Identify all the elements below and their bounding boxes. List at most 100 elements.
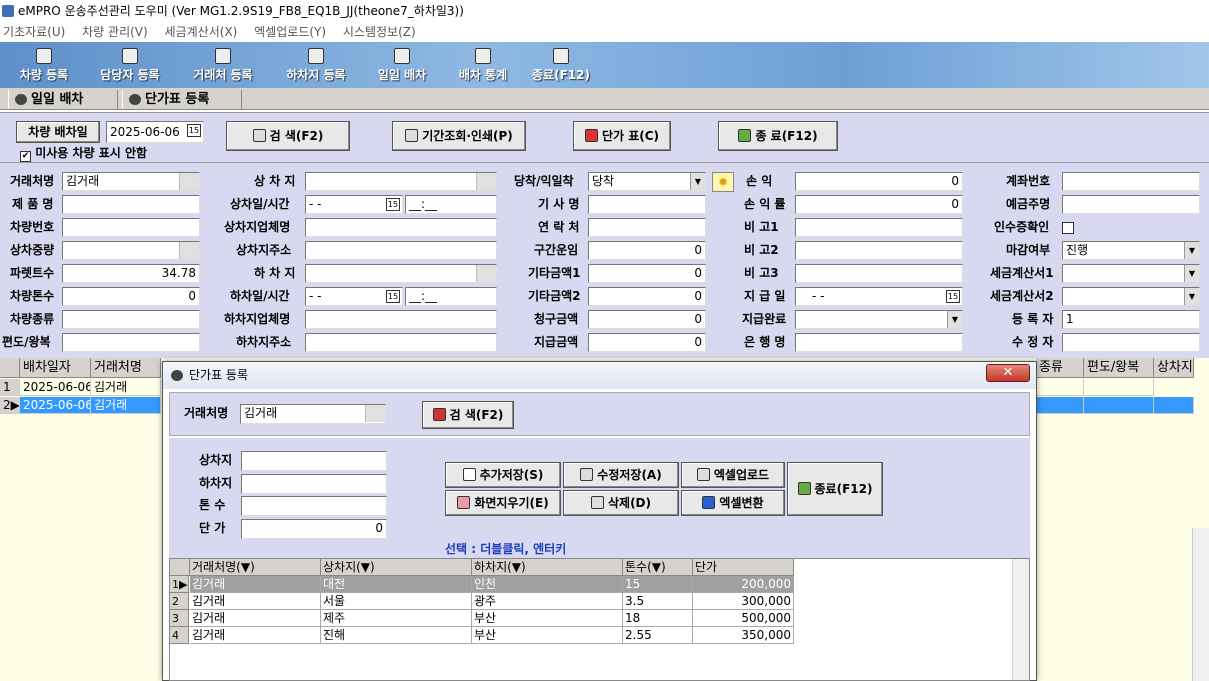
- clear-screen-button[interactable]: 화면지우기(E): [445, 490, 561, 516]
- edit-save-button[interactable]: 수정저장(A): [563, 462, 679, 488]
- toolbar-client-register[interactable]: 거래처 등록: [186, 42, 260, 88]
- modifier-input[interactable]: [1062, 333, 1200, 352]
- table-row-unload[interactable]: 인천: [472, 576, 623, 593]
- table-row-client-selected[interactable]: 김거래: [91, 397, 161, 414]
- holder-input[interactable]: [1062, 195, 1200, 214]
- table-row-ton[interactable]: 15: [623, 576, 693, 593]
- toolbar-manager-register[interactable]: 담당자 등록: [92, 42, 168, 88]
- table-row-date-selected[interactable]: 2025-06-06: [20, 397, 91, 414]
- lookup-button[interactable]: [179, 173, 199, 190]
- contact-input[interactable]: [588, 218, 706, 237]
- table-row-client[interactable]: 김거래: [190, 610, 321, 627]
- dialog-search-button[interactable]: 검 색(F2): [422, 401, 514, 429]
- dialog-ton-input[interactable]: [241, 496, 387, 516]
- table-row-cell[interactable]: [1036, 379, 1084, 396]
- note3-input[interactable]: [795, 264, 963, 283]
- table-row-client[interactable]: 김거래: [190, 576, 321, 593]
- chevron-down-icon[interactable]: ▼: [1184, 242, 1199, 259]
- calendar-icon[interactable]: 15: [386, 290, 400, 303]
- search-button[interactable]: 검 색(F2): [226, 121, 350, 151]
- chevron-down-icon[interactable]: ▼: [1184, 265, 1199, 282]
- menu-tax-invoice[interactable]: 세금계산서(X): [165, 25, 238, 39]
- table-row-date[interactable]: 2025-06-06: [20, 379, 91, 396]
- grid-header-client[interactable]: 거래처명: [91, 358, 161, 378]
- dialog-price-input[interactable]: 0: [241, 519, 387, 539]
- note2-input[interactable]: [795, 241, 963, 260]
- menu-vehicle[interactable]: 차량 관리(V): [82, 25, 148, 39]
- dialog-unload-input[interactable]: [241, 474, 387, 494]
- profit-input[interactable]: 0: [795, 172, 963, 191]
- toolbar-exit[interactable]: 종료(F12): [528, 42, 594, 88]
- vehicle-no-input[interactable]: [62, 218, 200, 237]
- table-row-load[interactable]: 제주: [321, 610, 472, 627]
- unload-time-input[interactable]: __:__: [405, 287, 497, 306]
- table-row-price[interactable]: 300,000: [693, 593, 794, 610]
- table-row-ton[interactable]: 3.5: [623, 593, 693, 610]
- receipt-checkbox[interactable]: [1062, 222, 1074, 234]
- chevron-down-icon[interactable]: ▼: [947, 311, 962, 328]
- bank-input[interactable]: [795, 333, 963, 352]
- other2-input[interactable]: 0: [588, 287, 706, 306]
- grid-header-type[interactable]: 종류: [1036, 358, 1084, 378]
- dialog-close-button[interactable]: ✕: [986, 364, 1030, 382]
- dialog-grid-header-client[interactable]: 거래처명(▼): [190, 559, 321, 576]
- dialog-load-input[interactable]: [241, 451, 387, 471]
- toolbar-daily-dispatch[interactable]: 일일 배차: [370, 42, 434, 88]
- unload-addr-input[interactable]: [305, 333, 497, 352]
- load-company-input[interactable]: [305, 218, 497, 237]
- table-row-price[interactable]: 500,000: [693, 610, 794, 627]
- table-row-unload[interactable]: 광주: [472, 593, 623, 610]
- tax2-select[interactable]: ▼: [1062, 287, 1200, 306]
- bill-input[interactable]: 0: [588, 310, 706, 329]
- dialog-grid-scrollbar[interactable]: [1012, 559, 1029, 680]
- product-input[interactable]: [62, 195, 200, 214]
- toolbar-dispatch-stats[interactable]: 배차 통계: [452, 42, 514, 88]
- table-row-load[interactable]: 진해: [321, 627, 472, 644]
- table-row-unload[interactable]: 부산: [472, 627, 623, 644]
- client-input[interactable]: 김거래: [62, 172, 200, 191]
- table-row-client[interactable]: 김거래: [91, 379, 161, 396]
- table-row-load[interactable]: 대전: [321, 576, 472, 593]
- vehicle-type-input[interactable]: [62, 310, 200, 329]
- menu-system-info[interactable]: 시스템정보(Z): [343, 25, 416, 39]
- load-time-input[interactable]: __:__: [405, 195, 497, 214]
- excel-convert-button[interactable]: 엑셀변환: [681, 490, 785, 516]
- tab-price-table[interactable]: 단가표 등록: [122, 90, 242, 109]
- tax1-select[interactable]: ▼: [1062, 264, 1200, 283]
- table-row-ton[interactable]: 2.55: [623, 627, 693, 644]
- delete-button[interactable]: 삭제(D): [563, 490, 679, 516]
- dispatch-date-input[interactable]: 2025-06-06 15: [106, 121, 204, 143]
- dialog-grid-header-unload[interactable]: 하차지(▼): [472, 559, 623, 576]
- dialog-grid-header-price[interactable]: 단가: [693, 559, 794, 576]
- dialog-grid-header-load[interactable]: 상차지(▼): [321, 559, 472, 576]
- lookup-button[interactable]: [476, 173, 496, 190]
- load-place-input[interactable]: [305, 172, 497, 191]
- section-fare-input[interactable]: 0: [588, 241, 706, 260]
- sun-icon[interactable]: ✹: [712, 172, 734, 192]
- dialog-client-input[interactable]: 김거래: [240, 404, 386, 424]
- pay-date-input[interactable]: - -15: [795, 287, 963, 306]
- period-print-button[interactable]: 기간조회·인쇄(P): [392, 121, 526, 151]
- dialog-grid-header-ton[interactable]: 톤수(▼): [623, 559, 693, 576]
- table-row-unload[interactable]: 부산: [472, 610, 623, 627]
- registrar-input[interactable]: 1: [1062, 310, 1200, 329]
- calendar-icon[interactable]: 15: [946, 290, 960, 303]
- close-button[interactable]: 종 료(F12): [718, 121, 838, 151]
- menu-basic-data[interactable]: 기초자료(U): [3, 25, 65, 39]
- pay-input[interactable]: 0: [588, 333, 706, 352]
- dialog-exit-button[interactable]: 종료(F12): [787, 462, 883, 516]
- lookup-button[interactable]: [179, 242, 199, 259]
- table-row-client[interactable]: 김거래: [190, 593, 321, 610]
- grid-header-load[interactable]: 상차지: [1154, 358, 1194, 378]
- profit-rate-input[interactable]: 0: [795, 195, 963, 214]
- table-row-client[interactable]: 김거래: [190, 627, 321, 644]
- calendar-icon[interactable]: 15: [386, 198, 400, 211]
- close-status-select[interactable]: 진행 ▼: [1062, 241, 1200, 260]
- table-row-load[interactable]: 서울: [321, 593, 472, 610]
- other1-input[interactable]: 0: [588, 264, 706, 283]
- add-save-button[interactable]: 추가저장(S): [445, 462, 561, 488]
- unload-company-input[interactable]: [305, 310, 497, 329]
- grid-header-oneway[interactable]: 편도/왕복: [1084, 358, 1154, 378]
- table-row-cell[interactable]: [1084, 379, 1154, 396]
- toolbar-unload-register[interactable]: 하차지 등록: [278, 42, 354, 88]
